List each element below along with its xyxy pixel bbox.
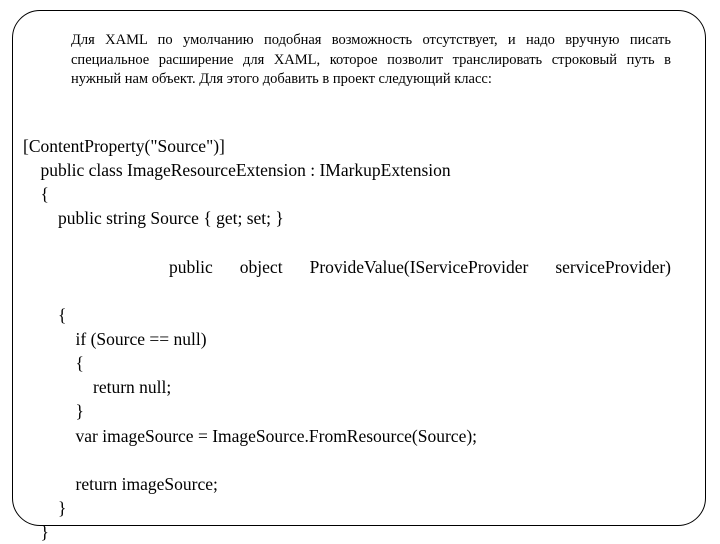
code-line: } [23,498,66,518]
code-line: var imageSource = ImageSource.FromResour… [23,426,477,446]
document-frame: Для XAML по умолчанию подобная возможнос… [12,10,706,526]
code-line: { [23,184,49,204]
code-line: public string Source { get; set; } [23,208,284,228]
code-line: public object ProvideValue(IServiceProvi… [23,255,671,279]
code-line: { [23,305,66,325]
code-line: [ContentProperty("Source")] [23,136,225,156]
intro-paragraph: Для XAML по умолчанию подобная возможнос… [71,31,671,90]
code-line: if (Source == null) [23,329,207,349]
code-line: public class ImageResourceExtension : IM… [23,160,451,180]
code-block: [ContentProperty("Source")] public class… [23,110,671,544]
code-line: } [23,522,49,542]
code-line: { [23,353,84,373]
code-line: } [23,401,84,421]
code-line: return imageSource; [23,474,218,494]
code-line: return null; [23,377,171,397]
